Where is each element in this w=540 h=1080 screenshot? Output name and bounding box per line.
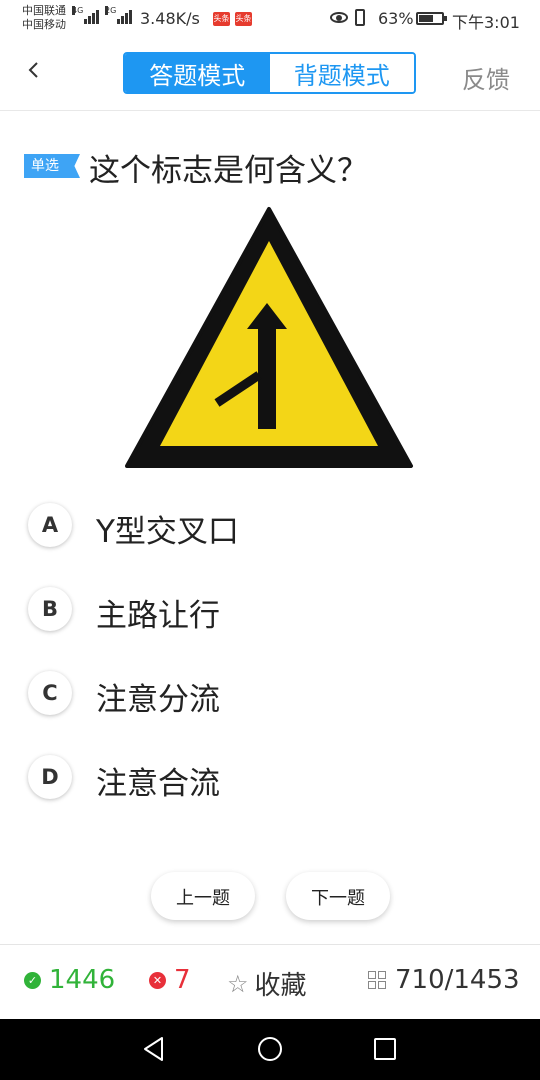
prev-question-button[interactable]: 上一题 [151, 872, 255, 920]
tab-answer-mode[interactable]: 答题模式 [125, 54, 270, 92]
battery-icon [416, 12, 447, 25]
correct-count-value: 1446 [49, 965, 116, 995]
carrier-labels: 中国联通 中国移动 [22, 4, 66, 32]
option-text: 注意分流 [96, 682, 220, 718]
option-b[interactable]: B 主路让行 [28, 585, 508, 635]
toutiao-app-icon: 头条 [213, 12, 230, 26]
home-circle-icon[interactable] [257, 1036, 283, 1062]
tab-recite-mode[interactable]: 背题模式 [269, 54, 414, 92]
option-letter: B [28, 587, 72, 631]
network-speed: 3.48K/s [140, 9, 200, 28]
option-a[interactable]: A Y型交叉口 [28, 501, 508, 551]
check-icon: ✓ [24, 971, 41, 989]
star-icon: ☆ [227, 969, 249, 998]
favorite-label: 收藏 [254, 971, 307, 1001]
question-index-button[interactable]: 710/1453 [368, 965, 520, 995]
status-bar: 中国联通 中国移动 4G 2G 3.48K/s 头条 头条 63% 下午3:01 [0, 0, 540, 38]
option-c[interactable]: C 注意分流 [28, 669, 508, 719]
option-letter: D [28, 755, 72, 799]
carrier-1: 中国联通 [22, 4, 66, 17]
net-type-1: 4G [72, 6, 84, 15]
carrier-2: 中国移动 [22, 18, 66, 31]
question-type-badge: 单选 [24, 154, 80, 178]
question-text: 这个标志是何含义？ [89, 153, 368, 189]
grid-icon [368, 971, 386, 989]
option-text: Y型交叉口 [96, 514, 239, 550]
signal-icon: 2G [105, 6, 132, 24]
recents-square-icon[interactable] [373, 1037, 397, 1061]
header: 答题模式 背题模式 反馈 [0, 38, 540, 111]
option-text: 注意合流 [96, 766, 220, 802]
wrong-count[interactable]: ✕ 7 [149, 965, 191, 995]
wrong-count-value: 7 [174, 965, 191, 995]
bottom-stats-bar: ✓ 1446 ✕ 7 ☆ 收藏 710/1453 [0, 944, 540, 1020]
merging-traffic-sign-image [125, 207, 413, 468]
back-arrow-icon[interactable] [26, 62, 42, 78]
option-letter: A [28, 503, 72, 547]
option-d[interactable]: D 注意合流 [28, 753, 508, 803]
eye-comfort-icon [330, 12, 348, 23]
back-triangle-icon[interactable] [142, 1036, 166, 1062]
cross-icon: ✕ [149, 971, 166, 989]
toutiao-app-icon: 头条 [235, 12, 252, 26]
correct-count[interactable]: ✓ 1446 [24, 965, 115, 995]
next-question-button[interactable]: 下一题 [286, 872, 390, 920]
feedback-button[interactable]: 反馈 [462, 60, 510, 95]
signal-icon: 4G [72, 6, 99, 24]
net-type-2: 2G [105, 6, 117, 15]
option-letter: C [28, 671, 72, 715]
system-nav-bar [0, 1019, 540, 1080]
status-time: 下午3:01 [452, 13, 520, 32]
favorite-button[interactable]: ☆ 收藏 [227, 965, 307, 1002]
progress-value: 710/1453 [395, 965, 520, 995]
battery-percent: 63% [378, 9, 414, 28]
vibrate-icon [355, 9, 365, 26]
option-text: 主路让行 [96, 598, 220, 634]
mode-switch: 答题模式 背题模式 [123, 52, 416, 94]
